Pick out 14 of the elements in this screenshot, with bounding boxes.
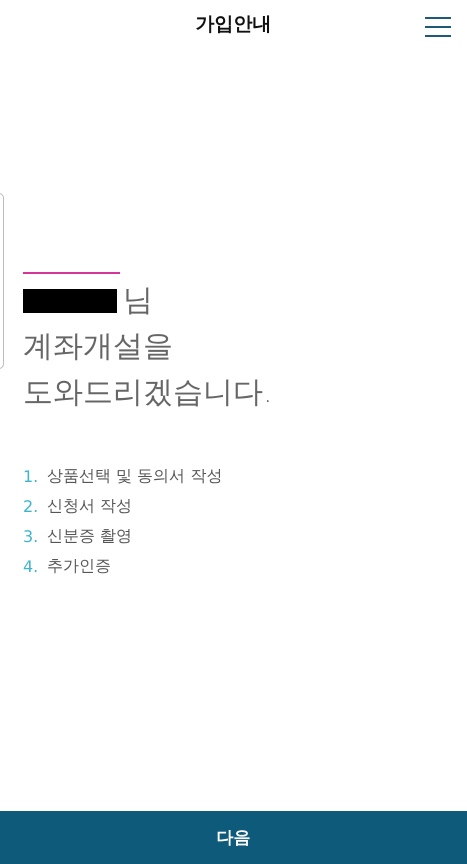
- step-number: 2.: [23, 496, 37, 516]
- step-label: 추가인증: [47, 556, 111, 576]
- greeting-text: 도와드리겠습니다.: [23, 374, 274, 412]
- step-label: 상품선택 및 동의서 작성: [47, 466, 222, 486]
- step-label: 신청서 작성: [47, 496, 132, 516]
- step-number: 1.: [23, 466, 37, 486]
- step-number: 4.: [23, 556, 37, 576]
- honorific-text: 님: [123, 282, 153, 320]
- next-button[interactable]: 다음: [0, 811, 467, 864]
- greeting-text: 계좌개설을: [23, 328, 174, 366]
- step-number: 3.: [23, 526, 37, 546]
- step-label: 신분증 촬영: [47, 526, 132, 546]
- menu-icon[interactable]: [425, 16, 451, 38]
- page-title: 가입안내: [196, 12, 272, 37]
